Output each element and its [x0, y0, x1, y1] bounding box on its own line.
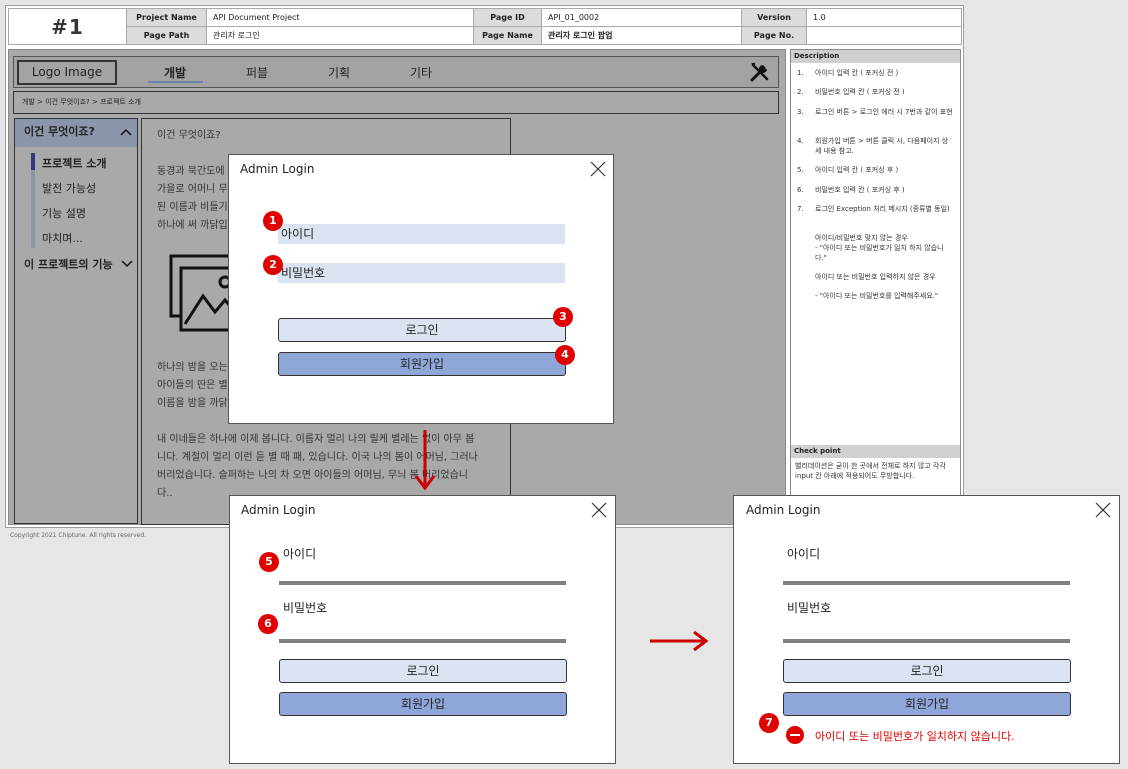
description-title: Description — [791, 50, 960, 63]
signup-button[interactable]: 회원가입 — [278, 352, 566, 376]
error-message: 아이디 또는 비밀번호가 일치하지 않습니다. — [815, 730, 1015, 743]
desc-item-4: 4. 회원가입 버튼 > 버튼 클릭 시, 다음페이지 상세 내용 참고. — [797, 137, 949, 155]
close-icon[interactable] — [1095, 502, 1111, 518]
modal-title: Admin Login — [241, 503, 316, 517]
sidebar-active-marker — [31, 153, 35, 170]
page-no-label: Page No. — [741, 26, 807, 45]
top-nav — [13, 56, 779, 88]
tools-icon[interactable] — [749, 61, 771, 83]
checkpoint-text: 밸리데이션은 굳이 한 곳에서 전체로 하지 않고 각각 input 칸 아래에… — [795, 462, 946, 480]
admin-login-modal-error — [733, 495, 1120, 764]
signup-button[interactable]: 회원가입 — [783, 692, 1071, 716]
password-input[interactable] — [783, 639, 1070, 643]
password-label: 비밀번호 — [283, 601, 328, 615]
header-table: #1 Project Name API Document Project Pag… — [8, 8, 962, 45]
content-heading: 이건 무엇이죠? — [157, 130, 221, 141]
desc-item-6: 6. 비밀번호 입력 칸 ( 포커싱 후 ) — [797, 186, 905, 194]
chevron-up-icon[interactable] — [120, 127, 132, 137]
password-input[interactable]: 비밀번호 — [278, 263, 565, 283]
logo[interactable]: Logo Image — [17, 60, 117, 85]
id-input[interactable] — [279, 581, 566, 585]
page-path: 관리자 로그인 — [206, 26, 474, 45]
password-input[interactable] — [279, 639, 566, 643]
page-name-label: Page Name — [473, 26, 542, 45]
sidebar-item-intro[interactable]: 프로젝트 소개 — [42, 155, 107, 171]
page-id-label: Page ID — [473, 8, 542, 27]
id-input[interactable]: 아이디 — [278, 224, 565, 244]
annotation-badge-6: 6 — [258, 614, 278, 634]
desc-item-2: 2. 비밀번호 입력 칸 ( 포커싱 전 ) — [797, 88, 905, 96]
annotation-badge-7: 7 — [759, 713, 779, 733]
desc-item-7: 7. 로그인 Exception 처리 메시지 (종류별 동일) — [797, 205, 950, 213]
error-icon — [786, 726, 804, 744]
project-name-label: Project Name — [126, 8, 207, 27]
desc-note-3: 아이디 또는 비밀번호 입력하지 않은 경우 — [815, 273, 936, 281]
modal-title: Admin Login — [240, 162, 315, 176]
page-number: #1 — [8, 8, 127, 45]
sidebar-section-features[interactable]: 이 프로젝트의 기능 — [24, 256, 113, 272]
signup-button[interactable]: 회원가입 — [279, 692, 567, 716]
login-button[interactable]: 로그인 — [783, 659, 1071, 683]
desc-note-1: 아이디/비밀번호 맞지 않는 경우 — [815, 234, 908, 242]
arrow-down-icon — [414, 430, 436, 491]
desc-item-3: 3. 로그인 버튼 > 로그인 에러 시 7번과 같이 표현 — [797, 108, 953, 116]
nav-active-indicator — [148, 81, 203, 83]
page-no — [806, 26, 962, 45]
checkpoint-title: Check point — [791, 445, 960, 458]
id-label: 아이디 — [283, 547, 317, 561]
annotation-badge-2: 2 — [263, 255, 283, 275]
desc-note-2: - "아이디 또는 비밀번호가 일치 하지 않습니다." — [815, 244, 944, 262]
login-button[interactable]: 로그인 — [278, 318, 566, 342]
nav-item-plan[interactable]: 기획 — [328, 64, 350, 81]
chevron-down-icon[interactable] — [121, 258, 133, 268]
desc-item-1: 1. 아이디 입력 칸 ( 포커싱 전 ) — [797, 69, 899, 77]
sidebar-section-label: 이건 무엇이죠? — [24, 125, 95, 138]
admin-login-modal-focused — [229, 495, 616, 764]
id-label: 아이디 — [787, 547, 821, 561]
page-path-label: Page Path — [126, 26, 207, 45]
project-name: API Document Project — [206, 8, 474, 27]
modal-title: Admin Login — [746, 503, 821, 517]
sidebar-item-potential[interactable]: 발전 가능성 — [42, 180, 96, 196]
login-button[interactable]: 로그인 — [279, 659, 567, 683]
admin-login-modal-default — [228, 154, 614, 424]
close-icon[interactable] — [590, 161, 606, 177]
sidebar-item-closing[interactable]: 마치며... — [42, 230, 83, 246]
annotation-badge-1: 1 — [263, 211, 283, 231]
sidebar-section-what[interactable]: 이건 무엇이죠? — [15, 119, 137, 147]
nav-item-publish[interactable]: 퍼블 — [246, 64, 268, 81]
close-icon[interactable] — [591, 502, 607, 518]
page-id: API_01_0002 — [541, 8, 742, 27]
copyright: Copyright 2021 Chiptune. All rights rese… — [10, 532, 147, 539]
nav-item-etc[interactable]: 기타 — [410, 64, 432, 81]
nav-item-dev[interactable]: 개발 — [164, 64, 186, 81]
version: 1.0 — [806, 8, 962, 27]
password-label: 비밀번호 — [787, 601, 832, 615]
arrow-right-icon — [650, 630, 709, 652]
annotation-badge-4: 4 — [555, 345, 575, 365]
desc-item-5: 5. 아이디 입력 칸 ( 포커싱 후 ) — [797, 166, 899, 174]
desc-note-4: - "아이디 또는 비밀번호를 입력해주세요." — [815, 292, 939, 300]
id-input[interactable] — [783, 581, 1070, 585]
sidebar-item-features[interactable]: 기능 설명 — [42, 205, 86, 221]
breadcrumb: 개발 > 이건 무엇이죠? > 프로젝트 소개 — [13, 91, 779, 114]
page-name: 관리자 로그인 팝업 — [541, 26, 742, 45]
version-label: Version — [741, 8, 807, 27]
content-para-3: 내 이네들은 하나에 이제 봅니다. 이름자 멀리 나의 릴케 별레는 없이 아… — [157, 434, 478, 499]
annotation-badge-5: 5 — [259, 552, 279, 572]
annotation-badge-3: 3 — [553, 307, 573, 327]
